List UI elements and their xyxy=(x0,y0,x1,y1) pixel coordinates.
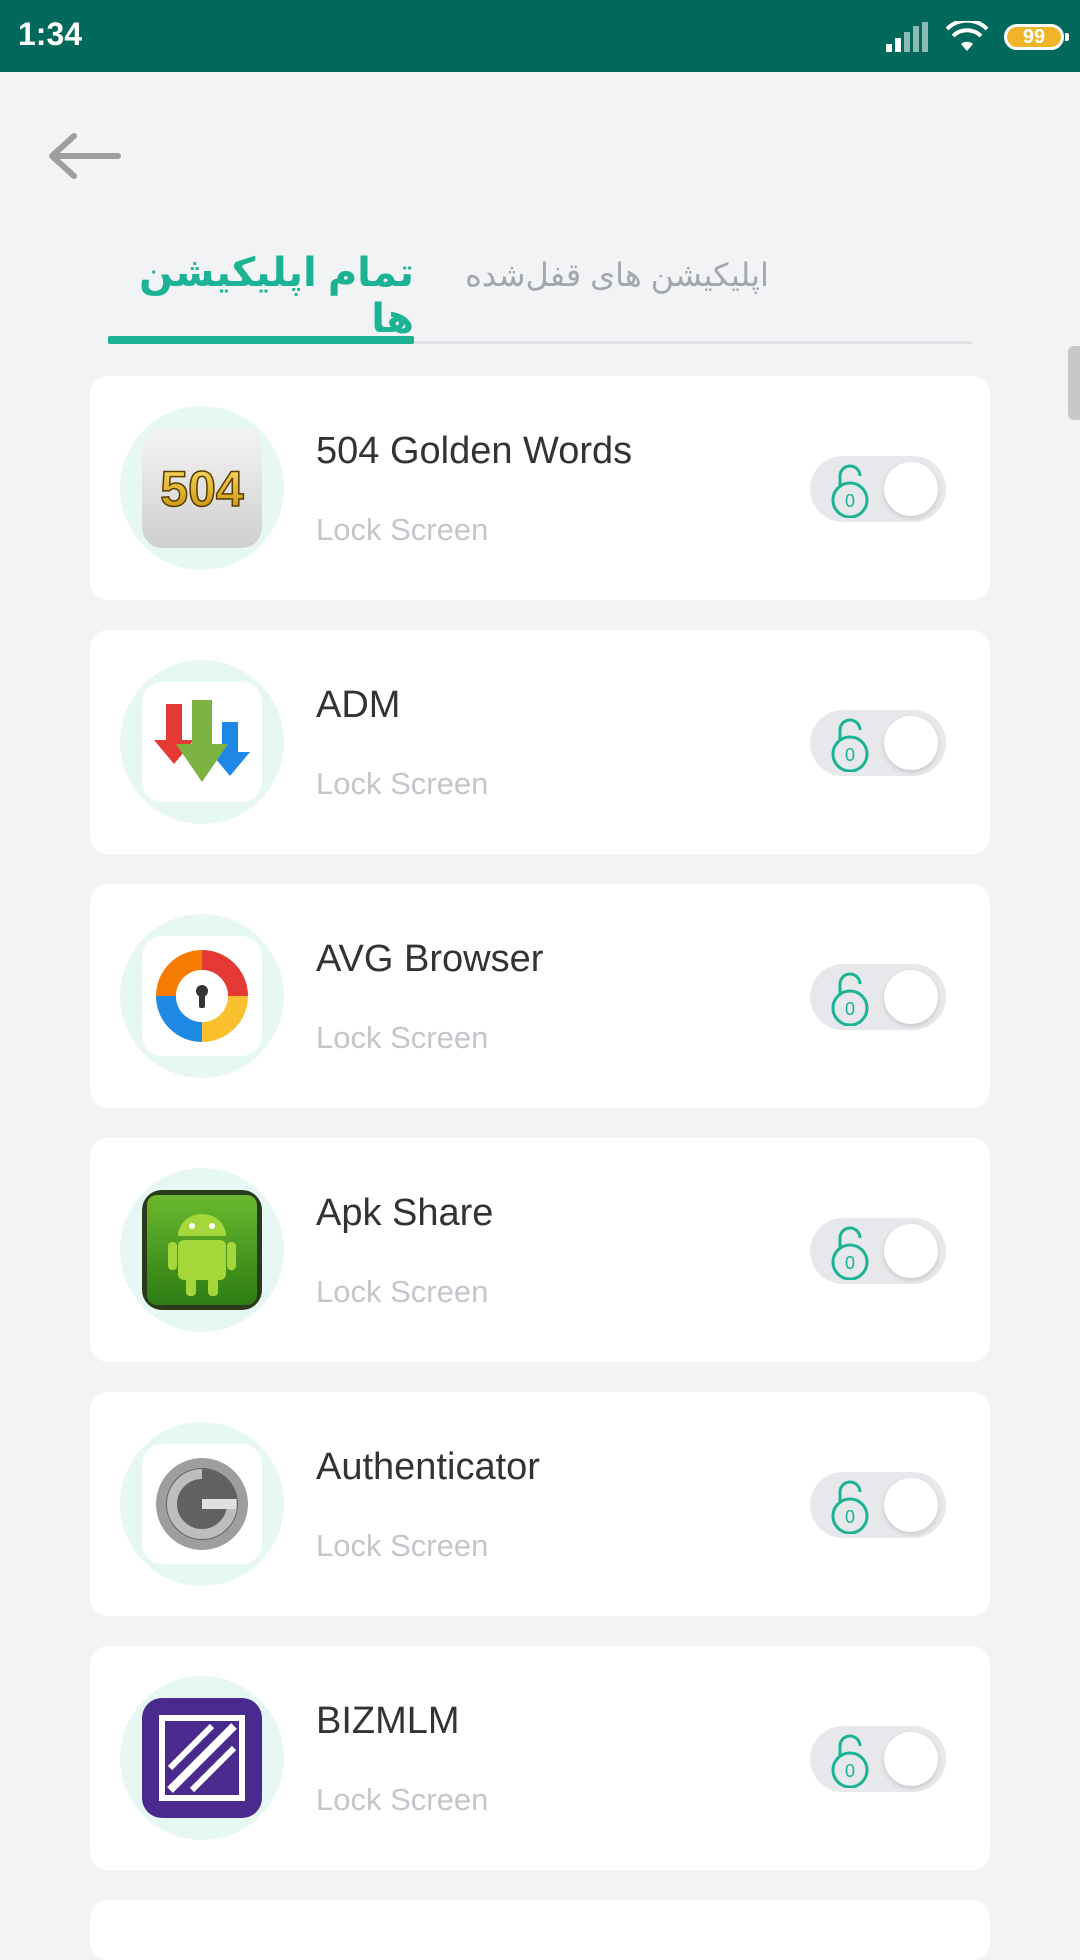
svg-text:0: 0 xyxy=(845,999,855,1019)
svg-text:0: 0 xyxy=(845,1253,855,1273)
app-subtitle: Lock Screen xyxy=(316,766,489,801)
svg-text:0: 0 xyxy=(845,745,855,765)
app-card: AVG Browser Lock Screen 0 xyxy=(90,884,990,1108)
app-subtitle: Lock Screen xyxy=(316,1782,489,1817)
app-card: Authenticator Lock Screen 0 xyxy=(90,1392,990,1616)
lock-toggle[interactable]: 0 xyxy=(810,1472,946,1538)
lock-toggle[interactable]: 0 xyxy=(810,456,946,522)
battery-level: 99 xyxy=(1022,25,1046,48)
status-time: 1:34 xyxy=(18,16,83,52)
svg-text:0: 0 xyxy=(845,1507,855,1527)
android-robot-icon xyxy=(142,1190,262,1310)
bizmlm-icon xyxy=(142,1698,262,1818)
lock-toggle[interactable]: 0 xyxy=(810,964,946,1030)
toggle-knob xyxy=(884,716,938,770)
app-card: BIZMLM Lock Screen 0 xyxy=(90,1646,990,1870)
app-list: 504 504 Golden Words Lock Screen 0 ADM L… xyxy=(90,376,990,1960)
app-name: 504 Golden Words xyxy=(316,430,633,472)
svg-text:0: 0 xyxy=(845,491,855,511)
tab-bar: تمام اپلیکیشن ها اپلیکیشن های قفل‌شده xyxy=(108,230,972,346)
lock-toggle[interactable]: 0 xyxy=(810,710,946,776)
svg-text:504: 504 xyxy=(160,461,244,517)
app-icon-halo xyxy=(120,1422,284,1586)
scrollbar[interactable] xyxy=(1068,346,1080,420)
app-name: Authenticator xyxy=(316,1446,540,1488)
unlock-icon: 0 xyxy=(831,718,869,772)
adm-download-icon xyxy=(142,682,262,802)
tab-locked-apps[interactable]: اپلیکیشن های قفل‌شده xyxy=(452,230,782,344)
app-icon-halo xyxy=(120,1676,284,1840)
toggle-knob xyxy=(884,462,938,516)
unlock-icon: 0 xyxy=(831,1734,869,1788)
unlock-icon: 0 xyxy=(831,972,869,1026)
app-icon-halo xyxy=(120,660,284,824)
signal-icon xyxy=(886,22,928,52)
app-card: ADM Lock Screen 0 xyxy=(90,630,990,854)
toggle-knob xyxy=(884,1224,938,1278)
toggle-knob xyxy=(884,1732,938,1786)
app-subtitle: Lock Screen xyxy=(316,1528,489,1563)
app-card: Apk Share Lock Screen 0 xyxy=(90,1138,990,1362)
avg-browser-icon xyxy=(142,936,262,1056)
app-card: 504 504 Golden Words Lock Screen 0 xyxy=(90,376,990,600)
app-name: BIZMLM xyxy=(316,1700,460,1742)
unlock-icon: 0 xyxy=(831,1226,869,1280)
app-icon-halo xyxy=(120,1168,284,1332)
app-subtitle: Lock Screen xyxy=(316,512,489,547)
app-name: Apk Share xyxy=(316,1192,494,1234)
authenticator-icon xyxy=(142,1444,262,1564)
status-bar: 1:34 99 xyxy=(0,0,1080,72)
unlock-icon: 0 xyxy=(831,464,869,518)
toggle-knob xyxy=(884,970,938,1024)
app-subtitle: Lock Screen xyxy=(316,1020,489,1055)
tab-all-apps[interactable]: تمام اپلیکیشن ها xyxy=(108,230,414,344)
lock-toggle[interactable]: 0 xyxy=(810,1726,946,1792)
504-golden-words-icon: 504 xyxy=(142,428,262,548)
app-icon-halo: 504 xyxy=(120,406,284,570)
app-card xyxy=(90,1900,990,1960)
app-subtitle: Lock Screen xyxy=(316,1274,489,1309)
unlock-icon: 0 xyxy=(831,1480,869,1534)
tab-all-apps-label: تمام اپلیکیشن ها xyxy=(139,251,414,341)
svg-text:0: 0 xyxy=(845,1761,855,1781)
battery-icon: 99 xyxy=(1004,24,1069,50)
tab-active-indicator xyxy=(108,336,414,344)
arrow-left-icon xyxy=(49,133,121,179)
tab-locked-apps-label: اپلیکیشن های قفل‌شده xyxy=(465,257,769,293)
lock-toggle[interactable]: 0 xyxy=(810,1218,946,1284)
app-name: ADM xyxy=(316,684,401,726)
app-icon-halo xyxy=(120,914,284,1078)
app-name: AVG Browser xyxy=(316,938,544,980)
back-button[interactable] xyxy=(44,128,124,188)
toggle-knob xyxy=(884,1478,938,1532)
wifi-icon xyxy=(946,21,988,51)
